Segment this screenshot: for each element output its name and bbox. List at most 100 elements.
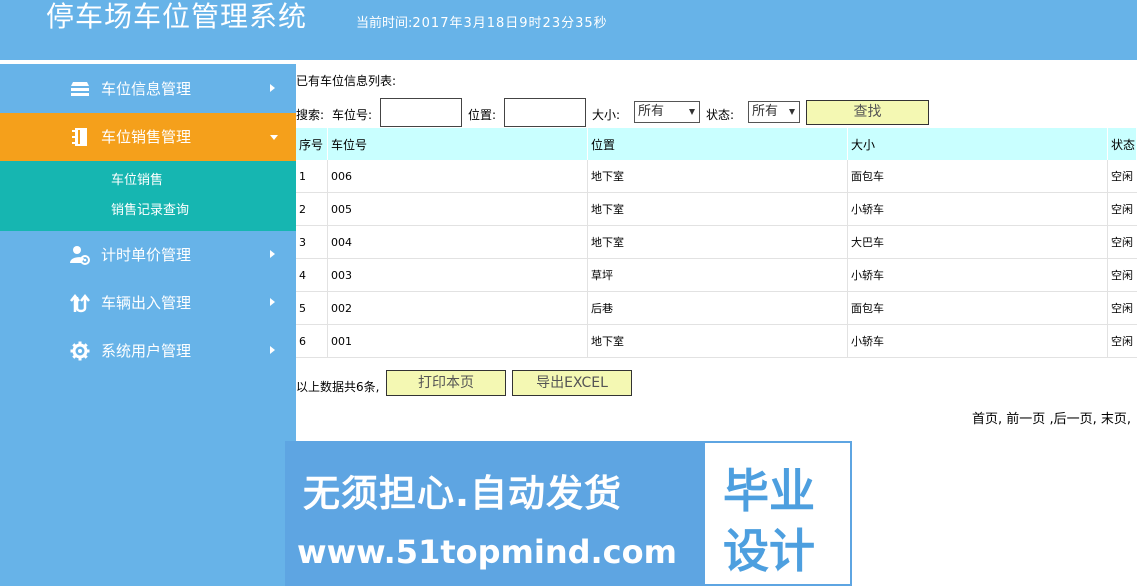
cell-index: 5 [296,292,328,324]
print-button[interactable]: 打印本页 [386,370,506,396]
cell-status: 空闲 [1111,335,1133,348]
cell-size: 面包车 [848,292,1108,324]
col-header-space-no: 车位号 [328,128,588,160]
col-header-size: 大小 [848,128,1108,160]
pager-prev-link[interactable]: 前一页 [1006,412,1045,427]
total-count: 以上数据共6条, [296,380,380,394]
space-no-label: 车位号: [332,108,373,122]
cell-space-no: 004 [328,226,588,258]
cell-position: 地下室 [588,160,848,192]
list-title: 已有车位信息列表: [296,74,397,88]
submenu-item-space-sale[interactable]: 车位销售 [111,171,296,201]
sidebar-item-space-sales[interactable]: 车位销售管理 [0,113,296,161]
chevron-right-icon [270,346,275,354]
parking-space-table: 序号 车位号 位置 大小 状态 1 006 地下室 面包车 空闲 2 005 地… [296,128,1137,358]
cell-status: 空闲 [1111,269,1133,282]
table-row: 5 002 后巷 面包车 空闲 [296,292,1137,325]
notebook-icon [70,127,90,147]
watermark-url: www.51topmind.com [297,533,677,571]
export-excel-button[interactable]: 导出EXCEL [512,370,632,396]
sidebar-item-label: 计时单价管理 [101,246,192,264]
sidebar-item-vehicle-inout[interactable]: 车辆出入管理 [0,279,296,327]
size-select[interactable]: 所有 [634,101,700,123]
position-input[interactable] [504,98,586,127]
cell-index: 2 [296,193,328,225]
cell-status: 空闲 [1111,203,1133,216]
cell-index: 3 [296,226,328,258]
sidebar-item-label: 车位销售管理 [101,128,192,146]
chevron-right-icon [270,298,275,306]
col-header-position: 位置 [588,128,848,160]
size-label: 大小: [592,108,621,122]
cell-position: 地下室 [588,325,848,357]
swap-arrows-icon [70,293,90,313]
cell-size: 大巴车 [848,226,1108,258]
table-row: 1 006 地下室 面包车 空闲 [296,160,1137,193]
pager-first-link[interactable]: 首页, [972,412,1002,427]
status-select[interactable]: 所有 [748,101,800,123]
col-header-status: 状态 [1108,128,1137,160]
pagination: 首页, 前一页 ,后一页, 末页, [972,408,1131,427]
space-no-input[interactable] [380,98,462,127]
table-row: 4 003 草坪 小轿车 空闲 [296,259,1137,292]
cell-size: 面包车 [848,160,1108,192]
status-select-value: 所有 [752,104,779,119]
cell-position: 草坪 [588,259,848,291]
app-header: 停车场车位管理系统 当前时间:2017年3月18日9时23分35秒 [0,0,1137,60]
cell-position: 后巷 [588,292,848,324]
watermark-badge-line2: 设计 [723,524,815,578]
sidebar-item-system-users[interactable]: 系统用户管理 [0,327,296,375]
cell-index: 6 [296,325,328,357]
sidebar-item-label: 车位信息管理 [101,80,192,98]
cell-space-no: 002 [328,292,588,324]
cell-position: 地下室 [588,193,848,225]
submenu-item-sales-records[interactable]: 销售记录查询 [111,201,296,231]
cell-size: 小轿车 [848,325,1108,357]
sidebar-item-label: 系统用户管理 [101,342,192,360]
cell-status: 空闲 [1111,236,1133,249]
dropdown-arrow-icon [789,109,795,115]
sidebar-item-label: 车辆出入管理 [101,294,192,312]
watermark-banner: 无须担心.自动发货 www.51topmind.com 毕业 设计 [285,441,852,586]
chevron-right-icon [270,84,275,92]
dropdown-arrow-icon [689,109,695,115]
sidebar: 车位信息管理 车位销售管理 车位销售 销售记录查询 计时单价管理 车辆出入管理 … [0,64,296,586]
watermark-slogan: 无须担心.自动发货 [303,472,623,515]
search-label: 搜索: [296,108,325,122]
cell-status: 空闲 [1111,302,1133,315]
cell-size: 小轿车 [848,193,1108,225]
cell-space-no: 001 [328,325,588,357]
cell-space-no: 005 [328,193,588,225]
cell-space-no: 006 [328,160,588,192]
table-row: 6 001 地下室 小轿车 空闲 [296,325,1137,358]
pager-last-link[interactable]: 末页, [1101,412,1131,427]
status-label: 状态: [706,108,735,122]
col-header-index: 序号 [296,128,328,160]
table-row: 3 004 地下室 大巴车 空闲 [296,226,1137,259]
user-gear-icon [70,245,90,265]
cell-status: 空闲 [1111,170,1133,183]
current-time-label: 当前时间: [356,16,413,31]
pager-next-link[interactable]: ,后一页, [1049,412,1096,427]
cell-index: 4 [296,259,328,291]
watermark-badge-line1: 毕业 [723,464,815,518]
chevron-down-icon [270,135,278,140]
stack-icon [70,79,90,99]
current-time: 当前时间:2017年3月18日9时23分35秒 [356,12,608,31]
size-select-value: 所有 [638,104,665,119]
sidebar-item-space-info[interactable]: 车位信息管理 [0,65,296,113]
search-button[interactable]: 查找 [806,100,929,125]
gear-icon [70,341,90,361]
sidebar-submenu: 车位销售 销售记录查询 [0,161,296,231]
cell-position: 地下室 [588,226,848,258]
chevron-right-icon [270,250,275,258]
search-bar: 搜索: 车位号: 位置: 大小: 所有 状态: 所有 查找 [296,98,1137,128]
watermark-badge: 毕业 设计 [705,443,850,584]
table-header: 序号 车位号 位置 大小 状态 [296,128,1137,160]
cell-space-no: 003 [328,259,588,291]
position-label: 位置: [468,108,497,122]
current-time-value: 2017年3月18日9时23分35秒 [412,16,608,31]
cell-size: 小轿车 [848,259,1108,291]
sidebar-item-unit-price[interactable]: 计时单价管理 [0,231,296,279]
table-row: 2 005 地下室 小轿车 空闲 [296,193,1137,226]
